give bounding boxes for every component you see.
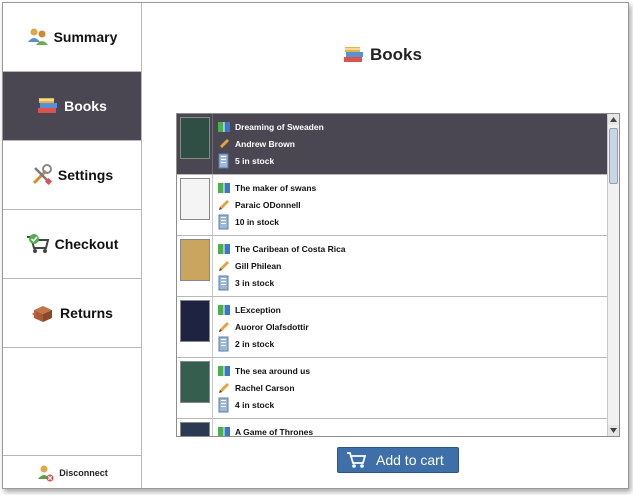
sidebar: Summary Books Settings Checkout Returns …: [3, 3, 142, 488]
app-window: Summary Books Settings Checkout Returns …: [2, 2, 629, 489]
pencil-icon: [217, 138, 231, 150]
books-icon: [37, 97, 59, 115]
vertical-scrollbar[interactable]: [607, 114, 619, 436]
book-row[interactable]: A Game of Thrones: [177, 419, 607, 436]
nav-label-returns: Returns: [60, 305, 113, 321]
nav-label-books: Books: [64, 98, 107, 114]
pencil-icon: [217, 260, 231, 272]
nav-item-checkout[interactable]: Checkout: [3, 210, 141, 279]
scroll-down-arrow-icon[interactable]: [608, 425, 619, 436]
nav-item-returns[interactable]: Returns: [3, 279, 141, 348]
book-row[interactable]: Dreaming of Sweaden Andrew Brown 5 in stoc…: [177, 114, 607, 175]
book-stock-line: 2 in stock: [217, 336, 274, 352]
book-cover-image: [180, 300, 210, 342]
book-icon: [217, 364, 231, 378]
book-icon: [217, 303, 231, 317]
book-title: The sea around us: [235, 366, 311, 376]
book-stock-line: 10 in stock: [217, 214, 279, 230]
add-to-cart-label: Add to cart: [376, 452, 444, 468]
users-icon: [27, 27, 49, 47]
book-author-line: Auoror Olafsdottir: [217, 319, 309, 335]
cover-divider: [212, 358, 213, 418]
pencil-icon: [217, 199, 231, 211]
add-to-cart-button[interactable]: Add to cart: [337, 447, 459, 473]
stock-icon: [217, 397, 231, 413]
book-author-line: Rachel Carson: [217, 380, 295, 396]
cover-divider: [212, 297, 213, 357]
book-author-line: Gill Philean: [217, 258, 281, 274]
cover-divider: [212, 175, 213, 235]
disconnect-label: Disconnect: [59, 467, 108, 478]
book-title: A Game of Thrones: [235, 427, 314, 436]
books-list-rows: Dreaming of Sweaden Andrew Brown 5 in stoc…: [177, 114, 607, 436]
book-stock: 3 in stock: [235, 278, 275, 288]
book-icon: [217, 425, 231, 436]
return-box-icon: [31, 303, 55, 323]
book-title: The maker of swans: [235, 183, 317, 193]
nav-item-books[interactable]: Books: [3, 72, 141, 141]
book-icon: [217, 242, 231, 256]
book-title-line: LException: [217, 302, 281, 318]
tools-icon: [31, 164, 53, 186]
book-cover-image: [180, 422, 210, 436]
book-stock: 2 in stock: [235, 339, 275, 349]
book-stock-line: 3 in stock: [217, 275, 274, 291]
book-author-line: Paraic ODonnell: [217, 197, 301, 213]
book-title: The Caribean of Costa Rica: [235, 244, 346, 254]
user-disconnect-icon: [36, 464, 54, 482]
books-icon: [343, 46, 365, 64]
book-title-line: The maker of swans: [217, 180, 316, 196]
books-list[interactable]: Dreaming of Sweaden Andrew Brown 5 in stoc…: [176, 113, 620, 437]
stock-icon: [217, 336, 231, 352]
book-stock: 5 in stock: [235, 156, 275, 166]
book-title-line: The sea around us: [217, 363, 310, 379]
cover-divider: [212, 114, 213, 174]
book-author-line: Andrew Brown: [217, 136, 295, 152]
book-cover-image: [180, 361, 210, 403]
book-title-line: Dreaming of Sweaden: [217, 119, 324, 135]
stock-icon: [217, 214, 231, 230]
book-row[interactable]: The maker of swans Paraic ODonnell 10 in s…: [177, 175, 607, 236]
pencil-icon: [217, 382, 231, 394]
book-stock: 10 in stock: [235, 217, 279, 227]
scrollbar-thumb[interactable]: [609, 128, 618, 184]
book-stock: 4 in stock: [235, 400, 275, 410]
book-row[interactable]: The Caribean of Costa Rica Gill Philean 3 …: [177, 236, 607, 297]
stock-icon: [217, 153, 231, 169]
book-stock-line: 5 in stock: [217, 153, 274, 169]
pencil-icon: [217, 321, 231, 333]
book-title: Dreaming of Sweaden: [235, 122, 324, 132]
book-title-line: The Caribean of Costa Rica: [217, 241, 346, 257]
book-row[interactable]: The sea around us Rachel Carson 4 in stock: [177, 358, 607, 419]
page-title: Books: [343, 43, 422, 67]
book-cover-image: [180, 239, 210, 281]
nav-label-settings: Settings: [57, 167, 114, 183]
book-author: Auoror Olafsdottir: [235, 322, 309, 332]
book-cover-image: [180, 117, 210, 159]
book-icon: [217, 120, 231, 134]
book-stock-line: 4 in stock: [217, 397, 274, 413]
nav-label-checkout: Checkout: [54, 236, 119, 252]
scroll-up-arrow-icon[interactable]: [608, 114, 619, 125]
cart-icon: [346, 451, 366, 469]
cover-divider: [212, 419, 213, 436]
book-author: Andrew Brown: [235, 139, 295, 149]
stock-icon: [217, 275, 231, 291]
cart-check-icon: [26, 234, 50, 254]
book-title-line: A Game of Thrones: [217, 424, 313, 436]
nav-item-settings[interactable]: Settings: [3, 141, 141, 210]
book-author: Gill Philean: [235, 261, 282, 271]
book-row[interactable]: LException Auoror Olafsdottir 2 in stock: [177, 297, 607, 358]
nav-item-summary[interactable]: Summary: [3, 3, 141, 72]
book-author: Paraic ODonnell: [235, 200, 301, 210]
book-icon: [217, 181, 231, 195]
cover-divider: [212, 236, 213, 296]
book-author: Rachel Carson: [235, 383, 295, 393]
disconnect-button[interactable]: Disconnect: [3, 455, 141, 488]
book-cover-image: [180, 178, 210, 220]
nav-label-summary: Summary: [53, 29, 118, 45]
page-title-text: Books: [370, 45, 422, 64]
book-title: LException: [235, 305, 281, 315]
